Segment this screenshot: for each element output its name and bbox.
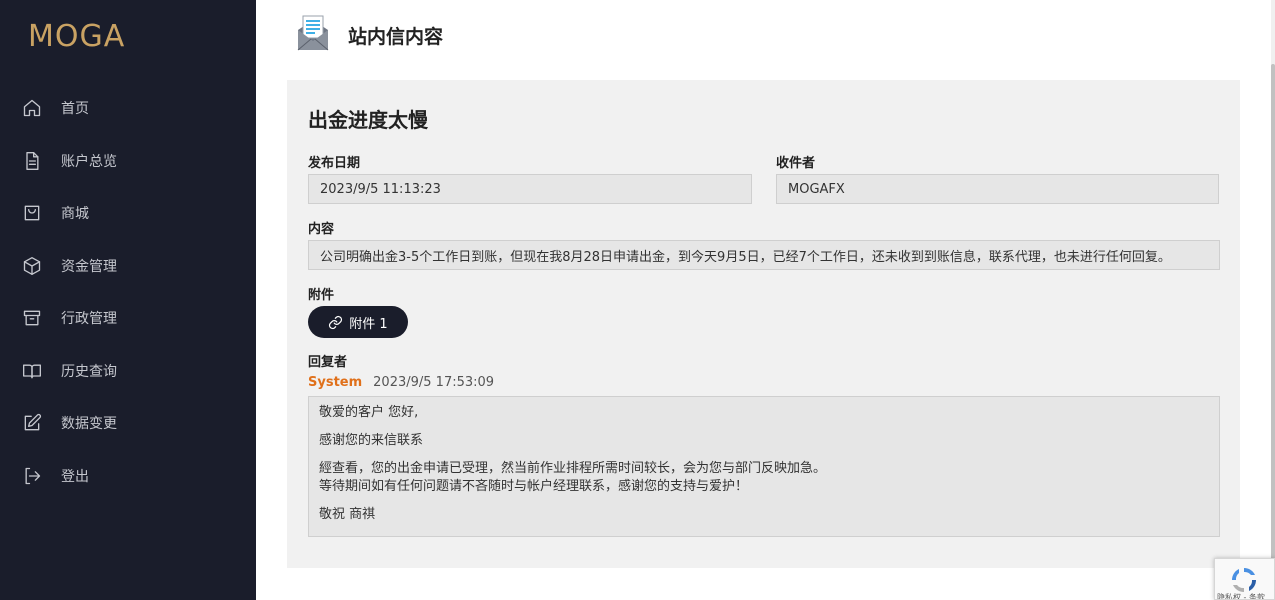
sidebar-item-label: 商城 — [61, 206, 89, 223]
box-icon — [22, 256, 42, 276]
sidebar-item-account-overview[interactable]: 账户总览 — [0, 135, 256, 188]
sidebar-item-label: 账户总览 — [61, 153, 117, 170]
sidebar-item-label: 历史查询 — [61, 363, 117, 380]
document-icon — [22, 151, 42, 171]
book-icon — [22, 361, 42, 381]
reply-label: 回复者 — [308, 355, 348, 370]
attachment-label: 附件 — [308, 288, 335, 303]
recipient-label: 收件者 — [776, 156, 816, 171]
edit-icon — [22, 413, 42, 433]
message-subject: 出金进度太慢 — [308, 108, 428, 132]
message-card: 出金进度太慢 发布日期 2023/9/5 11:13:23 收件者 MOGAFX… — [287, 80, 1240, 568]
logo[interactable]: MOGA — [28, 18, 125, 54]
shopping-bag-icon — [22, 203, 42, 223]
scrollbar-thumb[interactable] — [1271, 64, 1275, 600]
page-header: 站内信内容 — [256, 0, 1271, 72]
date-value: 2023/9/5 11:13:23 — [320, 181, 441, 197]
reply-line: 經查看，您的出金申请已受理，然当前作业排程所需时间较长，会为您与部门反映加急。 — [319, 461, 827, 476]
sidebar-item-label: 数据变更 — [61, 416, 117, 433]
reply-sender: System — [308, 375, 363, 390]
link-icon — [329, 315, 343, 329]
attachment-button[interactable]: 附件 1 — [308, 306, 408, 338]
reply-body: 敬爱的客户 您好, 感谢您的来信联系 經查看，您的出金申请已受理，然当前作业排程… — [308, 396, 1220, 537]
sidebar-item-label: 登出 — [61, 468, 89, 485]
content-label: 内容 — [308, 222, 335, 237]
sidebar-item-history[interactable]: 历史查询 — [0, 345, 256, 398]
home-icon — [22, 98, 42, 118]
reply-line: 感谢您的来信联系 — [319, 433, 424, 448]
recaptcha-icon — [1231, 567, 1257, 593]
sidebar-item-label: 首页 — [61, 101, 89, 118]
attachment-button-label: 附件 1 — [349, 316, 388, 332]
logout-icon — [22, 466, 42, 486]
reply-line: 等待期间如有任何问题请不吝随时与帐户经理联系，感谢您的支持与爱护！ — [319, 479, 749, 494]
date-label: 发布日期 — [308, 156, 361, 171]
archive-icon — [22, 308, 42, 328]
sidebar-nav: 首页 账户总览 商城 资金管理 行政管理 历史查询 数据变更 登出 — [0, 82, 256, 502]
logo-text: MOGA — [28, 18, 126, 54]
recaptcha-links[interactable]: 隐私权 - 条款 — [1217, 592, 1265, 599]
sidebar-item-data-change[interactable]: 数据变更 — [0, 397, 256, 450]
recaptcha-badge[interactable]: 隐私权 - 条款 — [1214, 558, 1275, 600]
sidebar-item-label: 资金管理 — [61, 258, 117, 275]
date-field: 2023/9/5 11:13:23 — [308, 174, 752, 204]
reply-line: 敬爱的客户 您好, — [319, 405, 419, 420]
sidebar-item-mall[interactable]: 商城 — [0, 187, 256, 240]
recipient-value: MOGAFX — [788, 181, 845, 197]
reply-meta: System 2023/9/5 17:53:09 — [308, 375, 494, 390]
sidebar-item-funds[interactable]: 资金管理 — [0, 240, 256, 293]
page-title: 站内信内容 — [348, 26, 444, 48]
sidebar-item-admin[interactable]: 行政管理 — [0, 292, 256, 345]
recipient-field: MOGAFX — [776, 174, 1219, 204]
page-scrollbar[interactable] — [1271, 0, 1275, 600]
content-value: 公司明确出金3-5个工作日到账，但现在我8月28日申请出金，到今天9月5日，已经… — [320, 249, 1171, 265]
content-field: 公司明确出金3-5个工作日到账，但现在我8月28日申请出金，到今天9月5日，已经… — [308, 240, 1220, 270]
mail-envelope-icon — [296, 14, 330, 52]
reply-time: 2023/9/5 17:53:09 — [373, 375, 495, 390]
sidebar: MOGA 首页 账户总览 商城 资金管理 行政管理 历史查询 数据变更 登出 — [0, 0, 256, 600]
sidebar-item-label: 行政管理 — [61, 311, 117, 328]
sidebar-item-home[interactable]: 首页 — [0, 82, 256, 135]
sidebar-item-logout[interactable]: 登出 — [0, 450, 256, 503]
reply-line: 敬祝 商祺 — [319, 507, 376, 522]
